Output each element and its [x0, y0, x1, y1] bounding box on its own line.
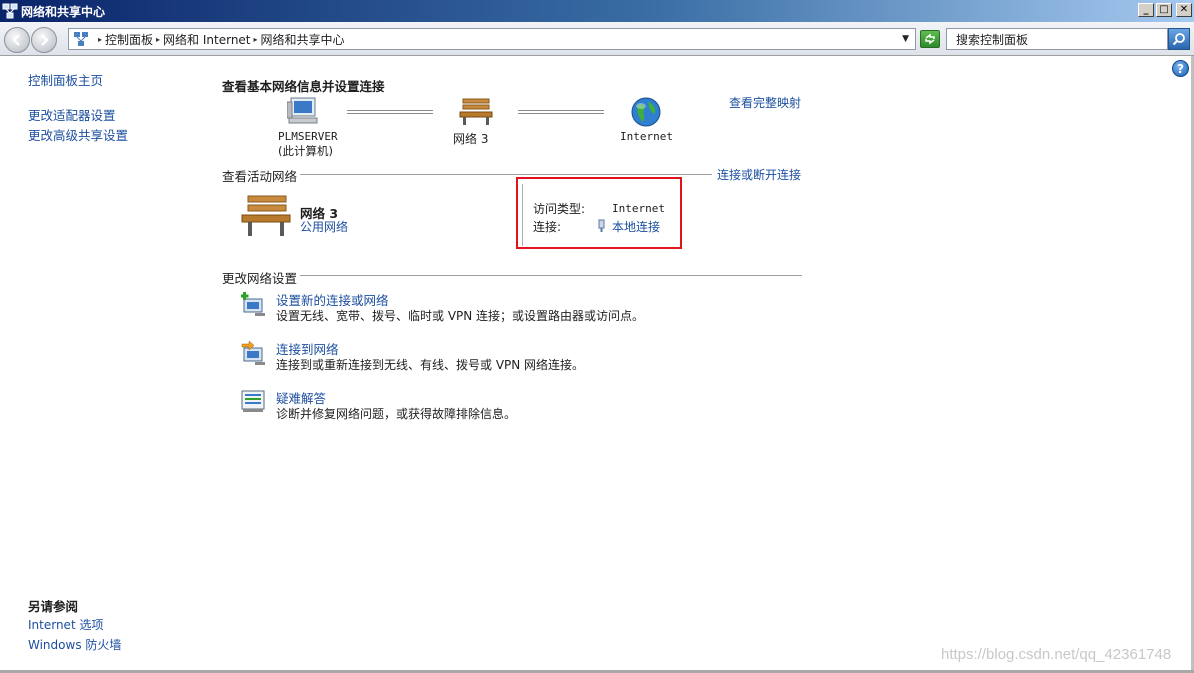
refresh-button[interactable]: [920, 30, 940, 48]
sidebar-item-control-panel-home[interactable]: 控制面板主页: [28, 70, 103, 89]
connection-line: [518, 110, 604, 114]
connect-network-icon[interactable]: [241, 340, 267, 366]
search-button[interactable]: [1168, 28, 1190, 50]
page-title: 查看基本网络信息并设置连接: [222, 79, 385, 94]
troubleshoot-icon[interactable]: [241, 389, 267, 413]
breadcrumb-network-center[interactable]: 网络和共享中心: [261, 31, 345, 48]
search-icon: [1172, 33, 1185, 46]
computer-name-label: PLMSERVER: [278, 130, 338, 143]
help-icon[interactable]: ?: [1172, 60, 1189, 77]
watermark: https://blog.csdn.net/qq_42361748: [941, 646, 1172, 663]
breadcrumb-control-panel[interactable]: 控制面板: [105, 31, 153, 48]
chevron-right-icon[interactable]: ▸: [98, 35, 102, 44]
troubleshoot-desc: 诊断并修复网络问题，或获得故障排除信息。: [276, 407, 517, 421]
bench-icon[interactable]: [459, 98, 493, 126]
new-connection-icon[interactable]: [241, 291, 267, 317]
window-title: 网络和共享中心: [21, 4, 106, 19]
setup-connection-desc: 设置无线、宽带、拨号、临时或 VPN 连接；或设置路由器或访问点。: [276, 309, 645, 323]
sidebar-item-adapter-settings[interactable]: 更改适配器设置: [28, 105, 116, 124]
local-connection-link[interactable]: 本地连接: [612, 218, 660, 235]
connect-to-network-desc: 连接到或重新连接到无线、有线、拨号或 VPN 网络连接。: [276, 358, 585, 372]
search-input[interactable]: 搜索控制面板: [946, 28, 1168, 50]
globe-icon[interactable]: [630, 96, 662, 128]
computer-icon[interactable]: [287, 96, 321, 126]
divider: [300, 275, 802, 276]
connection-label: 连接:: [533, 220, 562, 234]
breadcrumb[interactable]: ▸ 控制面板 ▸ 网络和 Internet ▸ 网络和共享中心 ▼: [68, 28, 916, 50]
sidebar-item-advanced-sharing[interactable]: 更改高级共享设置: [28, 125, 128, 144]
back-arrow-icon: [12, 34, 20, 46]
connect-disconnect-link[interactable]: 连接或断开连接: [717, 166, 801, 183]
ethernet-icon: [598, 219, 605, 232]
close-button[interactable]: ✕: [1176, 3, 1192, 17]
minimize-button[interactable]: _: [1138, 3, 1154, 17]
title-bar: 网络和共享中心 _ □ ✕: [0, 0, 1194, 22]
see-also-title: 另请参阅: [28, 599, 79, 614]
maximize-button[interactable]: □: [1156, 3, 1172, 17]
computer-sub-label: (此计算机): [278, 144, 333, 158]
change-settings-title: 更改网络设置: [222, 271, 298, 286]
back-button[interactable]: [4, 27, 30, 53]
address-bar: ▸ 控制面板 ▸ 网络和 Internet ▸ 网络和共享中心 ▼ 搜索控制面板: [0, 22, 1194, 56]
view-full-map-link[interactable]: 查看完整映射: [729, 94, 801, 111]
bench-icon[interactable]: [240, 194, 292, 238]
forward-arrow-icon: [41, 34, 49, 46]
window-controls: _ □ ✕: [1138, 3, 1192, 17]
network-center-icon: [2, 3, 18, 19]
network-type-link[interactable]: 公用网络: [300, 218, 348, 235]
divider: [300, 174, 712, 175]
sidebar-item-internet-options[interactable]: Internet 选项: [28, 616, 103, 633]
refresh-icon: [925, 33, 935, 45]
chevron-right-icon[interactable]: ▸: [156, 35, 160, 44]
chevron-right-icon[interactable]: ▸: [254, 35, 258, 44]
map-network-label: 网络 3: [453, 132, 489, 146]
connection-line: [347, 110, 433, 114]
forward-button[interactable]: [31, 27, 57, 53]
breadcrumb-network-internet[interactable]: 网络和 Internet: [163, 31, 250, 48]
access-type-value: Internet: [612, 202, 665, 215]
map-internet-label: Internet: [620, 130, 673, 143]
sidebar-item-windows-firewall[interactable]: Windows 防火墙: [28, 636, 121, 653]
access-type-label: 访问类型:: [533, 202, 586, 216]
control-panel-icon: [74, 32, 88, 46]
chevron-down-icon[interactable]: ▼: [902, 34, 909, 44]
active-networks-title: 查看活动网络: [222, 169, 298, 184]
